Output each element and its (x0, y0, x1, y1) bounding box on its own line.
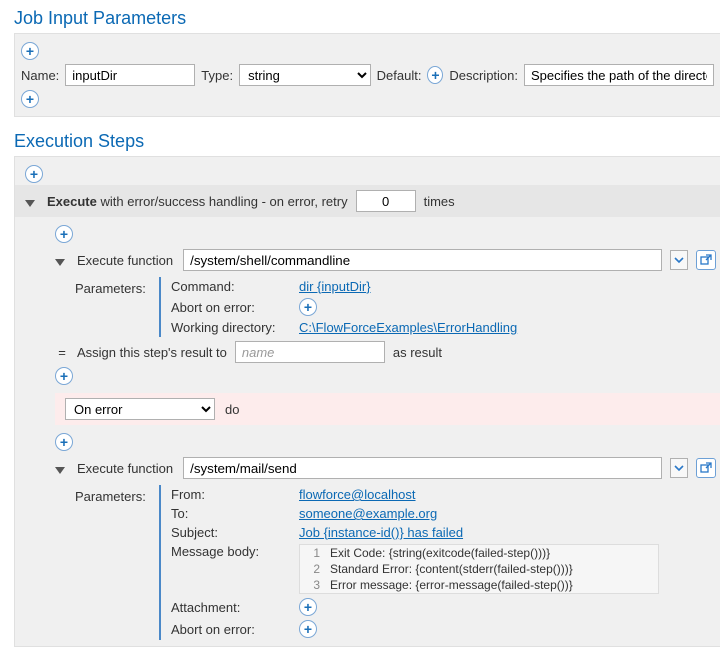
add-onerror-step-button[interactable] (55, 433, 73, 451)
attachment-label: Attachment: (171, 600, 291, 615)
as-result-label: as result (393, 345, 442, 360)
name-label: Name: (21, 68, 59, 83)
execution-steps-title: Execution Steps (0, 123, 720, 156)
description-label: Description: (449, 68, 518, 83)
assign-name-input[interactable] (235, 341, 385, 363)
abort-on-error-label: Abort on error: (171, 300, 291, 315)
step2-inner: Execute function Parameters: From: flowf… (55, 431, 720, 640)
body-line-1: Exit Code: {string(exitcode(failed-step(… (330, 546, 550, 560)
add-step-top-button[interactable] (25, 165, 43, 183)
execute-function-label: Execute function (77, 253, 173, 268)
add-default-button[interactable] (427, 66, 443, 84)
function-dropdown-button[interactable] (670, 458, 688, 478)
body-line-3: Error message: {error-message(failed-ste… (330, 578, 573, 592)
parameters-label: Parameters: (75, 485, 159, 640)
working-directory-label: Working directory: (171, 320, 291, 335)
subject-value[interactable]: Job {instance-id()} has failed (299, 525, 463, 540)
function-path-input-1[interactable] (183, 249, 662, 271)
add-parameter-bottom-button[interactable] (21, 90, 39, 108)
equals-label: = (55, 345, 69, 360)
body-line-2: Standard Error: {content(stderr(failed-s… (330, 562, 573, 576)
function-path-input-2[interactable] (183, 457, 662, 479)
message-body-codebox[interactable]: 1Exit Code: {string(exitcode(failed-step… (299, 544, 659, 594)
assign-result-row: = Assign this step's result to as result (55, 337, 720, 365)
working-directory-value[interactable]: C:\FlowForceExamples\ErrorHandling (299, 320, 517, 335)
execute-step-label: Execute with error/success handling - on… (47, 194, 348, 209)
execute-function-row-2: Execute function (55, 457, 720, 479)
assign-label: Assign this step's result to (77, 345, 227, 360)
from-label: From: (171, 487, 291, 502)
type-select[interactable]: string (239, 64, 371, 86)
execute-function-row-1: Execute function (55, 249, 720, 271)
add-attachment-button[interactable] (299, 598, 317, 616)
add-abort-button[interactable] (299, 298, 317, 316)
gutter-3: 3 (306, 578, 330, 592)
on-error-bar: On error do (55, 393, 720, 425)
add-after-assign-button[interactable] (55, 367, 73, 385)
abort-on-error-label-2: Abort on error: (171, 622, 291, 637)
to-value[interactable]: someone@example.org (299, 506, 437, 521)
parameters-label: Parameters: (75, 277, 159, 337)
subject-label: Subject: (171, 525, 291, 540)
open-function-button[interactable] (696, 250, 716, 270)
execute-step-header: Execute with error/success handling - on… (15, 185, 720, 217)
default-label: Default: (377, 68, 422, 83)
from-value[interactable]: flowforce@localhost (299, 487, 416, 502)
execute-function-label: Execute function (77, 461, 173, 476)
to-label: To: (171, 506, 291, 521)
collapse-toggle-icon[interactable] (55, 259, 65, 266)
collapse-toggle-icon[interactable] (55, 467, 65, 474)
gutter-1: 1 (306, 546, 330, 560)
job-input-parameters-panel: Name: Type: string Default: Description: (14, 33, 720, 117)
parameters-block-1: Parameters: Command: dir {inputDir} Abor… (75, 277, 720, 337)
type-label: Type: (201, 68, 233, 83)
error-handling-select[interactable]: On error (65, 398, 215, 420)
step1-inner: Execute function Parameters: Command: di… (55, 223, 720, 387)
description-input[interactable] (524, 64, 714, 86)
function-dropdown-button[interactable] (670, 250, 688, 270)
parameters-block-2: Parameters: From: flowforce@localhost To… (75, 485, 720, 640)
times-label: times (424, 194, 455, 209)
add-abort-button-2[interactable] (299, 620, 317, 638)
job-input-parameters-title: Job Input Parameters (0, 0, 720, 33)
retry-count-input[interactable] (356, 190, 416, 212)
execution-steps-panel: Execute with error/success handling - on… (14, 156, 720, 647)
command-label: Command: (171, 279, 291, 294)
message-body-label: Message body: (171, 544, 291, 559)
name-input[interactable] (65, 64, 195, 86)
do-label: do (225, 402, 239, 417)
collapse-toggle-icon[interactable] (25, 200, 35, 207)
add-substep-button[interactable] (55, 225, 73, 243)
command-value[interactable]: dir {inputDir} (299, 279, 371, 294)
add-parameter-top-button[interactable] (21, 42, 39, 60)
gutter-2: 2 (306, 562, 330, 576)
open-function-button[interactable] (696, 458, 716, 478)
